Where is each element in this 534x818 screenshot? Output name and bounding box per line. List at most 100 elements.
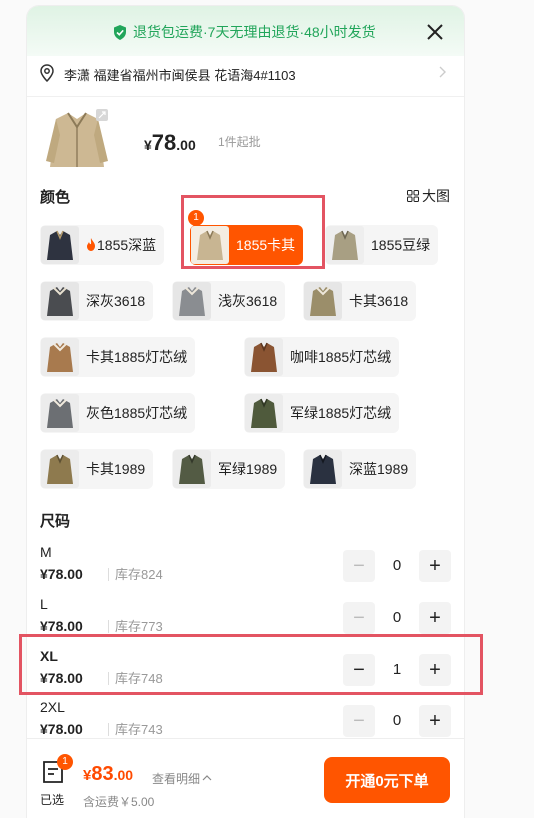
color-option-coffee-1885-corduroy[interactable]: 咖啡1885灯芯绒 [244,337,400,377]
product-price: ¥78.00 [144,130,196,156]
size-stock: 库存748 [108,672,163,685]
color-option-khaki-1989[interactable]: 卡其1989 [40,449,154,489]
selected-count-badge: 1 [188,210,204,226]
total-decimal: .00 [113,767,134,783]
color-option-1855-navy[interactable]: 1855深蓝 [40,225,165,265]
color-option-label: 深蓝1989 [349,461,409,477]
decrease-button[interactable]: − [343,705,375,737]
quantity-stepper: − 1 + [343,654,451,686]
total-integer: 83 [91,763,114,785]
cart-count-badge: 1 [57,754,73,770]
color-option-label: 卡其1989 [86,461,146,477]
size-price: ¥78.00 [40,670,83,686]
price-decimal: .00 [176,137,196,153]
color-option-gray-1885-corduroy[interactable]: 灰色1885灯芯绒 [40,393,196,433]
increase-button[interactable]: + [419,705,451,737]
quantity-value[interactable]: 0 [375,705,419,737]
service-banner-text: 退货包运费·7天无理由退货·48小时发货 [133,24,376,40]
checkout-footer: 1 已选 ¥83.00 查看明细 含运费￥5.00 开通0元下单 [27,738,464,818]
color-swatch-image [41,282,79,320]
color-swatch-image [304,282,342,320]
color-swatch-image [245,394,283,432]
color-swatch-image [245,338,283,376]
size-price: ¥78.00 [40,721,83,737]
chevron-up-icon [202,775,212,781]
color-option-label: 深灰3618 [86,293,146,309]
close-icon[interactable] [423,20,447,44]
color-section-title: 颜色 [40,189,71,206]
shipping-note: 含运费￥5.00 [83,795,155,809]
price-currency: ¥ [144,137,152,153]
place-order-button[interactable]: 开通0元下单 [324,757,450,803]
quantity-value[interactable]: 1 [375,654,419,686]
color-swatch-image [191,226,229,264]
size-name: XL [40,648,58,664]
total-price: ¥83.00 [83,763,133,786]
color-swatch-image [41,338,79,376]
quantity-stepper: − 0 + [343,602,451,634]
big-picture-button[interactable]: 大图 [407,186,450,206]
color-option-label: 浅灰3618 [218,293,278,309]
size-stock: 库存743 [108,723,163,736]
decrease-button[interactable]: − [343,654,375,686]
color-option-label: 灰色1885灯芯绒 [86,405,188,421]
color-swatch-image [173,282,211,320]
grid-view-icon [407,190,419,202]
decrease-button[interactable]: − [343,550,375,582]
address-text: 李潇 福建省福州市闽侯县 花语海4#1103 [64,68,296,83]
min-order-quantity: 1件起批 [218,135,261,149]
color-swatch-image [326,226,364,264]
color-option-dark-gray-3618[interactable]: 深灰3618 [40,281,154,321]
size-section-title: 尺码 [40,513,71,530]
color-swatch-image [173,450,211,488]
color-option-navy-1989[interactable]: 深蓝1989 [303,449,417,489]
color-swatch-image [41,394,79,432]
view-details-label: 查看明细 [152,772,201,786]
sku-selection-sheet: 退货包运费·7天无理由退货·48小时发货 李潇 福建省福州市闽侯县 花语海4#1… [27,6,464,818]
size-stock: 库存773 [108,620,163,633]
big-picture-label: 大图 [422,188,450,204]
service-banner-text-wrap: 退货包运费·7天无理由退货·48小时发货 [113,22,376,42]
color-option-label: 咖啡1885灯芯绒 [290,349,392,365]
location-pin-icon [40,64,54,82]
color-option-khaki-1885-corduroy[interactable]: 卡其1885灯芯绒 [40,337,196,377]
size-name: M [40,544,52,560]
price-integer: 78 [151,130,177,155]
size-row-xl: XL ¥78.00 库存748 − 1 + [27,648,464,700]
view-details-link[interactable]: 查看明细 [152,770,212,787]
color-option-army-green-1885-corduroy[interactable]: 军绿1885灯芯绒 [244,393,400,433]
product-thumbnail[interactable] [42,105,112,177]
fire-icon [87,238,95,251]
address-row[interactable]: 李潇 福建省福州市闽侯县 花语海4#1103 [27,56,464,97]
color-option-light-gray-3618[interactable]: 浅灰3618 [172,281,286,321]
size-row-l: L ¥78.00 库存773 − 0 + [27,596,464,648]
size-row-m: M ¥78.00 库存824 − 0 + [27,544,464,596]
color-option-khaki-3618[interactable]: 卡其3618 [303,281,417,321]
color-option-label: 1855深蓝 [97,237,157,253]
size-price: ¥78.00 [40,566,83,582]
color-option-1855-khaki[interactable]: 1855卡其 [190,225,304,265]
color-option-army-green-1989[interactable]: 军绿1989 [172,449,286,489]
color-option-1855-bean-green[interactable]: 1855豆绿 [325,225,439,265]
quantity-stepper: − 0 + [343,705,451,737]
color-option-label: 1855豆绿 [371,237,431,253]
color-option-label: 军绿1989 [218,461,278,477]
decrease-button[interactable]: − [343,602,375,634]
quantity-value[interactable]: 0 [375,602,419,634]
color-swatch-image [41,226,79,264]
color-swatch-image [304,450,342,488]
increase-button[interactable]: + [419,602,451,634]
shield-check-icon [114,24,126,40]
quantity-stepper: − 0 + [343,550,451,582]
size-stock: 库存824 [108,568,163,581]
service-banner: 退货包运费·7天无理由退货·48小时发货 [27,6,464,56]
color-swatch-image [41,450,79,488]
chevron-right-icon [439,66,446,78]
size-price: ¥78.00 [40,618,83,634]
size-name: L [40,596,48,612]
size-name: 2XL [40,699,65,715]
increase-button[interactable]: + [419,550,451,582]
selected-label: 已选 [40,793,65,807]
increase-button[interactable]: + [419,654,451,686]
quantity-value[interactable]: 0 [375,550,419,582]
